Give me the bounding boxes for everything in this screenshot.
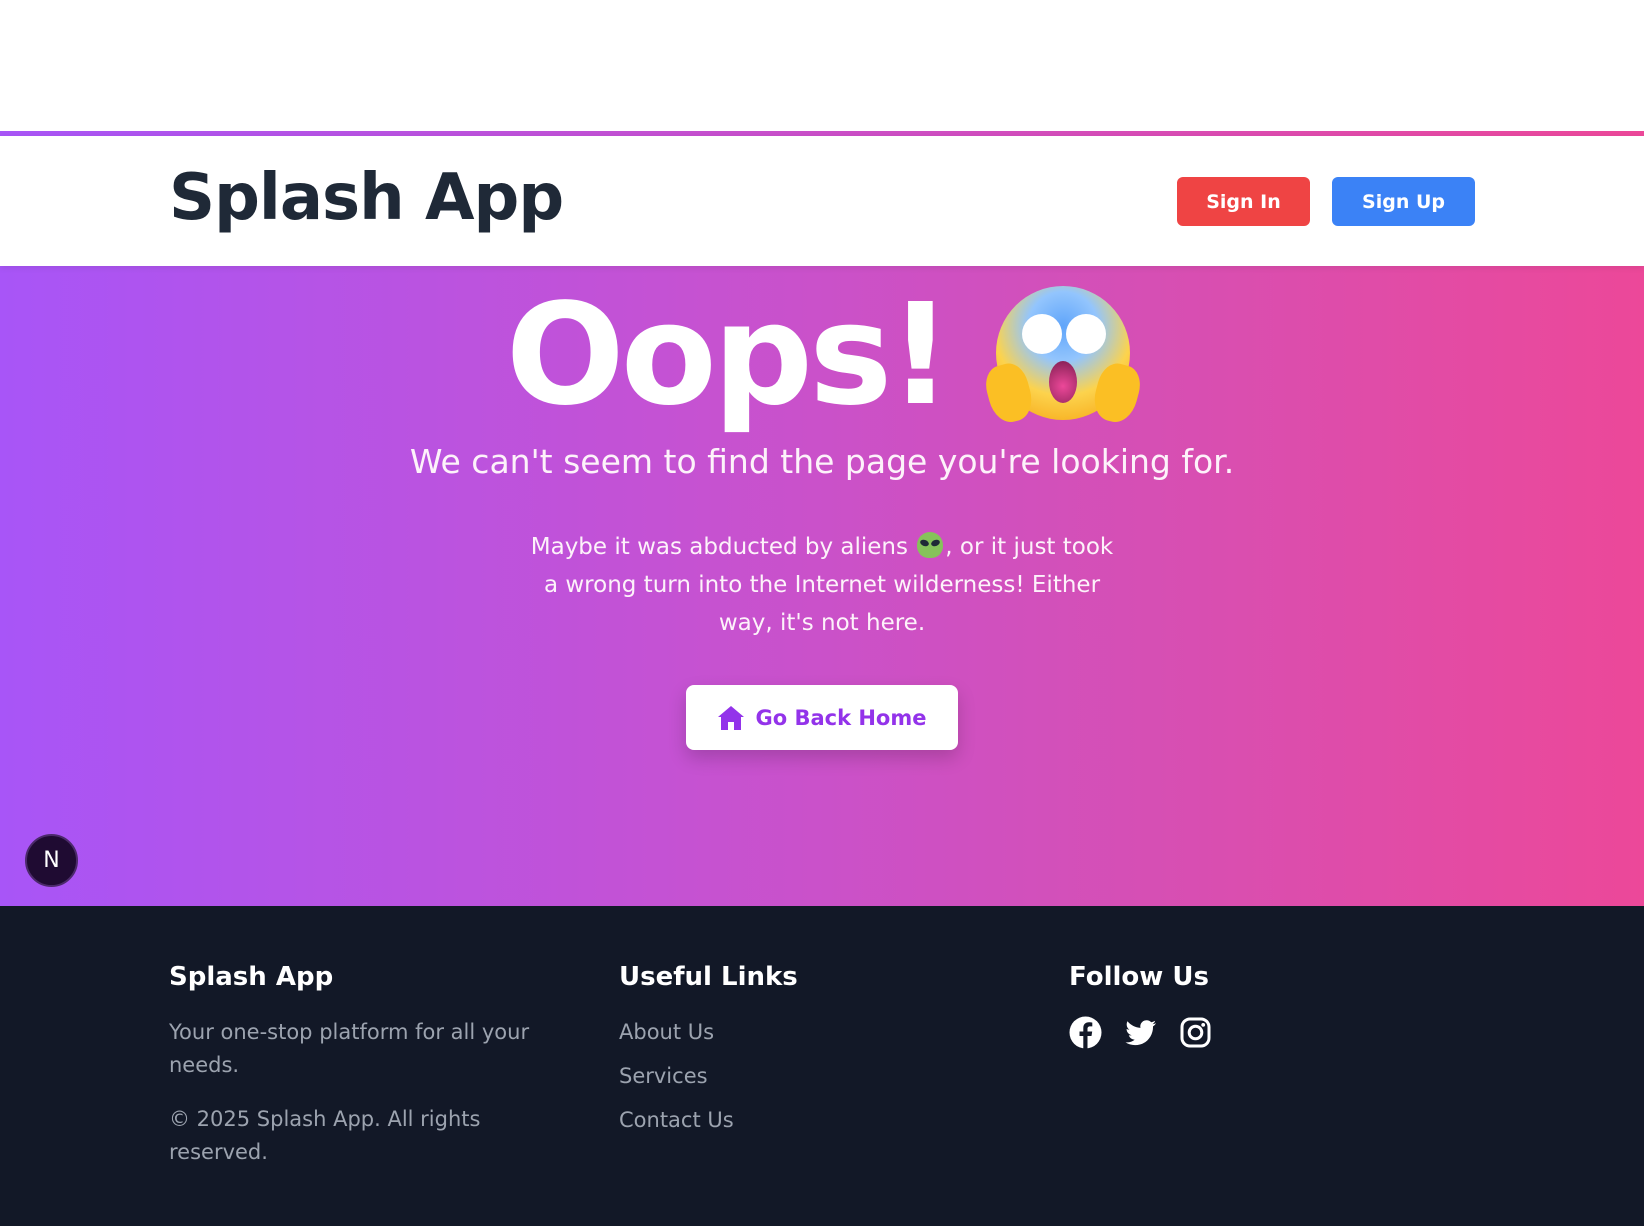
footer-copyright: © 2025 Splash App. All rights reserved. bbox=[169, 1107, 481, 1164]
footer-brand-heading: Splash App bbox=[169, 962, 334, 992]
go-back-home-label: Go Back Home bbox=[755, 705, 927, 730]
footer-link-contact-us[interactable]: Contact Us bbox=[619, 1104, 1019, 1137]
body-text-part1: Maybe it was abducted by aliens bbox=[530, 534, 908, 560]
hero-title: Oops! bbox=[0, 274, 1644, 437]
hero-subtitle: We can't seem to find the page you're lo… bbox=[409, 442, 1235, 481]
screaming-face-icon bbox=[981, 286, 1146, 427]
footer-link-about-us[interactable]: About Us bbox=[619, 1016, 1019, 1049]
footer-follow-heading: Follow Us bbox=[1069, 962, 1209, 992]
dev-indicator-badge[interactable]: N bbox=[25, 834, 78, 887]
sign-up-button[interactable]: Sign Up bbox=[1332, 177, 1475, 226]
hero-section: Oops! We can't seem to find the page you… bbox=[0, 266, 1644, 906]
top-blank-area bbox=[0, 0, 1644, 131]
footer-links-heading: Useful Links bbox=[619, 962, 798, 992]
footer-follow-column: Follow Us bbox=[1069, 964, 1469, 1049]
sign-in-button[interactable]: Sign In bbox=[1177, 177, 1310, 226]
footer-links-column: Useful Links About Us Services Contact U… bbox=[619, 964, 1019, 1137]
home-icon bbox=[718, 705, 745, 730]
go-back-home-button[interactable]: Go Back Home bbox=[686, 685, 958, 750]
footer-links-list: About Us Services Contact Us bbox=[619, 1016, 1019, 1137]
footer-link-services[interactable]: Services bbox=[619, 1060, 1019, 1093]
facebook-icon[interactable] bbox=[1069, 1016, 1102, 1049]
hero-body-text: Maybe it was abducted by aliens , or it … bbox=[522, 528, 1122, 642]
footer-tagline: Your one-stop platform for all your need… bbox=[169, 1020, 530, 1077]
oops-heading: Oops! bbox=[505, 274, 953, 437]
twitter-icon[interactable] bbox=[1124, 1016, 1157, 1049]
social-links bbox=[1069, 1016, 1469, 1049]
site-footer: Splash App Your one-stop platform for al… bbox=[0, 906, 1644, 1226]
footer-brand-column: Splash App Your one-stop platform for al… bbox=[169, 964, 569, 1169]
brand-logo[interactable]: Splash App bbox=[169, 166, 564, 230]
site-header: Splash App Sign In Sign Up bbox=[0, 136, 1644, 266]
alien-icon bbox=[917, 532, 944, 558]
instagram-icon[interactable] bbox=[1179, 1016, 1212, 1049]
